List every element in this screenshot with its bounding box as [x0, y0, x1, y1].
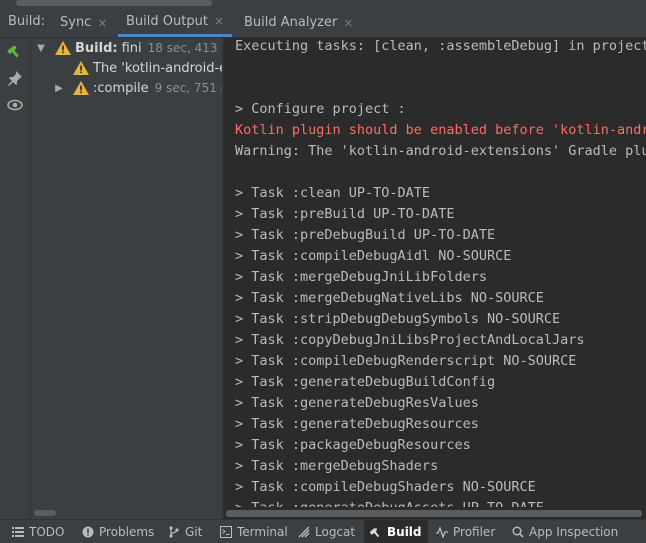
tree-compile-time: 9 sec, 751 ms — [154, 81, 222, 95]
bottom-tab-build-label: Build — [387, 524, 422, 539]
console-line: Kotlin plugin should be enabled before '… — [235, 122, 646, 138]
logcat-icon — [298, 526, 310, 538]
console-line: Executing tasks: [clean, :assembleDebug]… — [235, 38, 646, 54]
console-scrollbar-thumb[interactable] — [226, 510, 642, 517]
console-line: > Configure project : — [235, 101, 406, 117]
problems-icon — [82, 526, 94, 538]
build-tool-label: Build: — [8, 14, 46, 29]
bottom-tab-terminal[interactable]: Terminal — [214, 520, 294, 543]
console-line: > Task :generateDebugResources — [235, 416, 479, 432]
tab-build-analyzer[interactable]: Build Analyzer × — [236, 8, 361, 37]
build-tree: ▼ Build: fini 18 sec, 413 ms The 'kotlin… — [31, 38, 222, 519]
bottom-tab-logcat-label: Logcat — [315, 524, 356, 539]
tree-horizontal-scrollbar[interactable] — [31, 508, 222, 518]
left-tool-strip — [0, 38, 31, 519]
console-line: > Task :generateDebugBuildConfig — [235, 374, 496, 390]
tab-build-analyzer-label: Build Analyzer — [244, 15, 338, 30]
app-inspection-icon — [512, 526, 524, 538]
bottom-tab-logcat[interactable]: Logcat — [292, 520, 361, 543]
console-line: > Task :preDebugBuild UP-TO-DATE — [235, 227, 496, 243]
console-line: > Task :clean UP-TO-DATE — [235, 185, 431, 201]
tab-build-analyzer-close-icon[interactable]: × — [343, 16, 353, 30]
bottom-tab-git-label: Git — [185, 524, 203, 539]
console-line: > Task :copyDebugJniLibsProjectAndLocalJ… — [235, 332, 585, 348]
chevron-right-icon[interactable]: ▶ — [53, 83, 65, 94]
top-scrollbar-thumb[interactable] — [16, 0, 212, 6]
console-horizontal-scrollbar[interactable] — [224, 507, 646, 519]
bottom-tab-profiler-label: Profiler — [453, 524, 496, 539]
eye-icon[interactable] — [6, 96, 24, 114]
warning-icon — [73, 61, 89, 75]
tab-build-output[interactable]: Build Output × — [118, 8, 232, 37]
pin-icon[interactable] — [6, 69, 24, 87]
console-line: > Task :compileDebugShaders NO-SOURCE — [235, 479, 536, 495]
console-line: > Task :packageDebugResources — [235, 437, 471, 453]
tool-window-header: Build: Sync × Build Output × Build Analy… — [0, 8, 646, 38]
bottom-tab-todo-label: TODO — [29, 524, 65, 539]
tree-build-time: 18 sec, 413 ms — [147, 41, 222, 55]
console-line: > Task :mergeDebugJniLibFolders — [235, 269, 487, 285]
git-icon — [168, 525, 180, 538]
tree-warning-label: The 'kotlin-android-e — [93, 60, 222, 76]
tree-build-status: fini — [121, 40, 142, 56]
console-line: > Task :generateDebugResValues — [235, 395, 479, 411]
console-line: > Task :preBuild UP-TO-DATE — [235, 206, 455, 222]
bottom-tab-todo[interactable]: TODO — [6, 520, 70, 543]
list-icon — [12, 526, 24, 538]
tab-sync[interactable]: Sync × — [52, 8, 115, 37]
tree-compile-label: :compile — [93, 80, 149, 96]
profiler-icon — [436, 525, 448, 538]
tab-sync-close-icon[interactable]: × — [97, 16, 107, 30]
bottom-tab-terminal-label: Terminal — [237, 524, 288, 539]
tab-build-output-label: Build Output — [126, 13, 208, 29]
console-line: > Task :mergeDebugNativeLibs NO-SOURCE — [235, 290, 544, 306]
console-line: > Task :compileDebugAidl NO-SOURCE — [235, 248, 512, 264]
bottom-tab-profiler[interactable]: Profiler — [430, 520, 501, 543]
tree-scrollbar-thumb[interactable] — [34, 510, 56, 516]
hammer-icon — [370, 526, 382, 538]
chevron-down-icon[interactable]: ▼ — [35, 43, 47, 54]
bottom-tool-bar: TODO Problems Git Terminal Logcat Build … — [0, 519, 646, 543]
tree-row-warning[interactable]: The 'kotlin-android-e — [73, 58, 222, 78]
tree-build-label: Build: — [75, 40, 118, 56]
tree-row-compile[interactable]: ▶ :compile 9 sec, 751 ms — [53, 78, 222, 98]
tab-build-output-close-icon[interactable]: × — [214, 14, 224, 28]
bottom-tab-problems-label: Problems — [99, 524, 155, 539]
console-line: > Task :compileDebugRenderscript NO-SOUR… — [235, 353, 577, 369]
tab-sync-label: Sync — [60, 15, 92, 30]
console-line: > Task :mergeDebugShaders — [235, 458, 439, 474]
bottom-tab-git[interactable]: Git — [162, 520, 208, 543]
terminal-icon — [220, 525, 232, 538]
warning-icon — [73, 81, 89, 95]
hammer-icon[interactable] — [6, 42, 24, 60]
bottom-tab-app-inspection-label: App Inspection — [529, 524, 619, 539]
build-console: Executing tasks: [clean, :assembleDebug]… — [224, 38, 646, 508]
tree-row-build[interactable]: ▼ Build: fini 18 sec, 413 ms — [35, 38, 222, 58]
warning-icon — [55, 41, 71, 55]
top-scroll-strip — [0, 0, 646, 8]
console-line: Warning: The 'kotlin-android-extensions'… — [235, 143, 646, 159]
bottom-tab-app-inspection[interactable]: App Inspection — [506, 520, 624, 543]
console-line: > Task :stripDebugDebugSymbols NO-SOURCE — [235, 311, 561, 327]
bottom-tab-build[interactable]: Build — [364, 520, 428, 543]
bottom-tab-problems[interactable]: Problems — [76, 520, 160, 543]
